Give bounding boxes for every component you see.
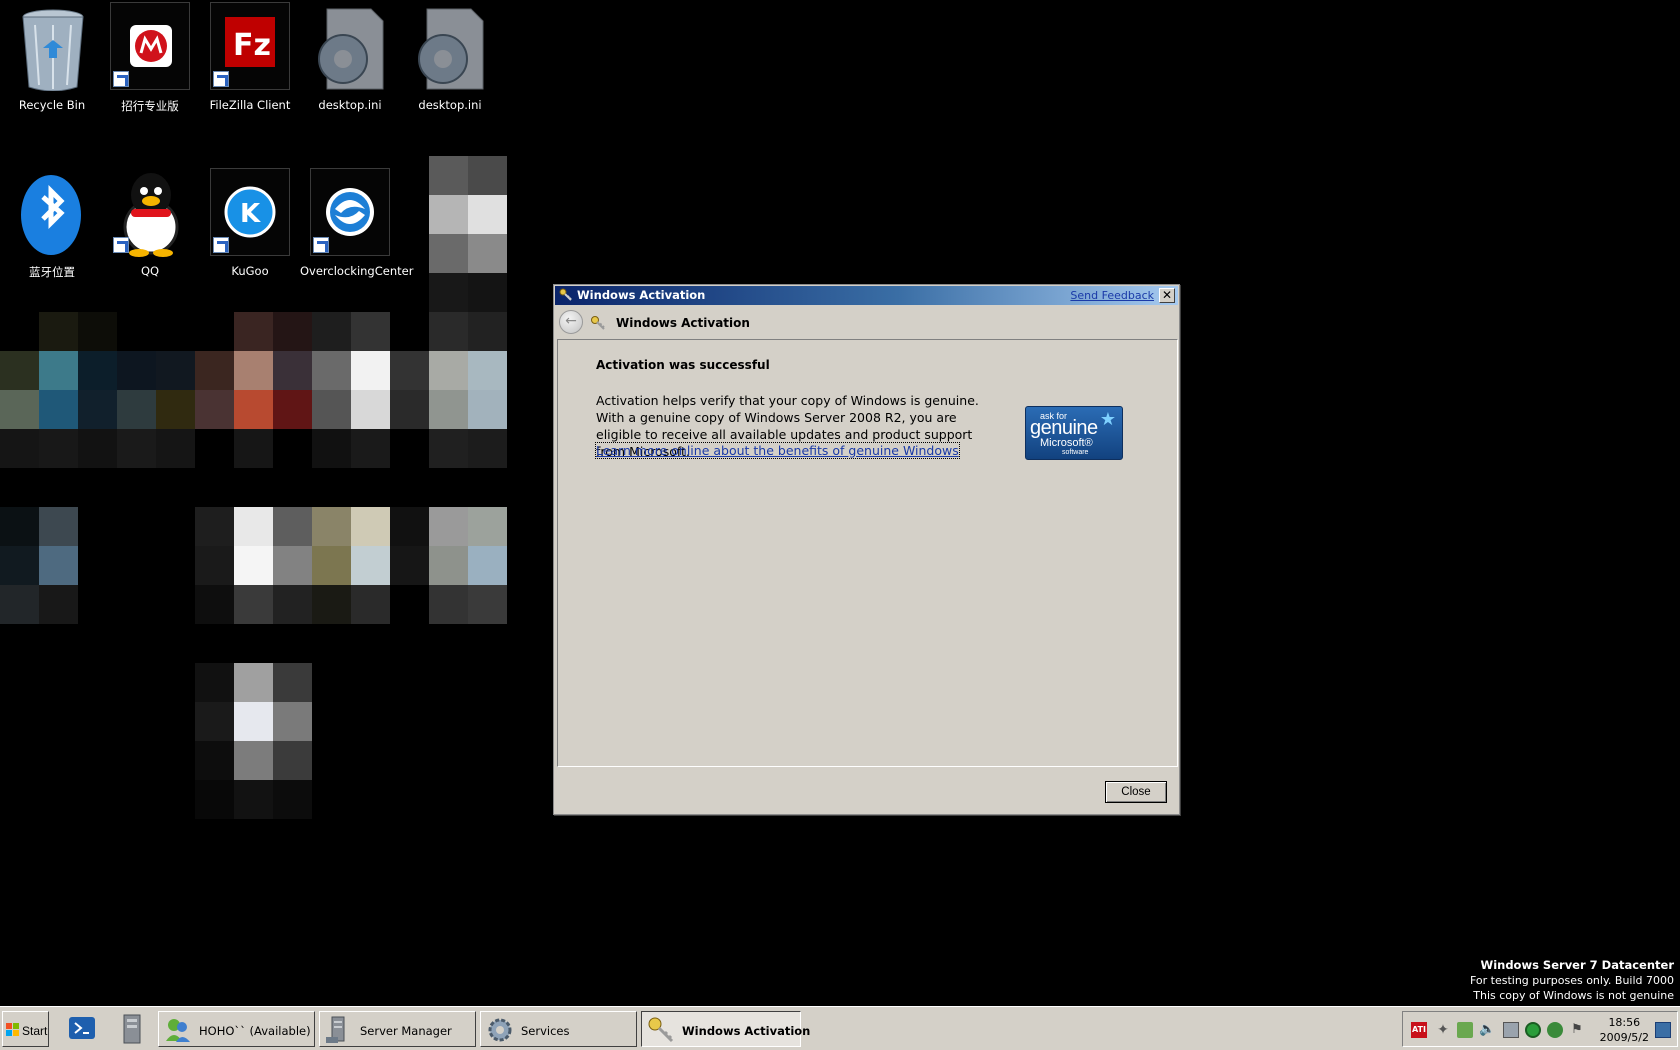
shortcut-arrow-icon — [113, 237, 129, 253]
taskbar-button-services[interactable]: Services — [480, 1011, 637, 1047]
close-button[interactable]: Close — [1105, 781, 1167, 803]
desktop-icon-overclocking[interactable]: OverclockingCenter — [300, 166, 414, 278]
svg-text:Fz: Fz — [233, 28, 271, 63]
settings-file-icon — [310, 2, 390, 90]
taskbar-button-messenger[interactable]: HOHO`` (Available) — [158, 1011, 315, 1047]
messenger-icon — [166, 1019, 190, 1042]
services-gear-icon — [488, 1018, 512, 1042]
qq-penguin-icon — [110, 168, 190, 257]
back-button[interactable]: ← — [559, 310, 583, 334]
watermark-build: For testing purposes only. Build 7000 — [1469, 974, 1674, 987]
device-icon[interactable] — [1503, 1022, 1519, 1038]
keys-icon — [559, 288, 572, 301]
title-bar[interactable]: Windows Activation Send Feedback ✕ — [555, 286, 1178, 305]
desktop-icon-filezilla[interactable]: Fz FileZilla Client — [200, 0, 300, 112]
desktop-icon-label: OverclockingCenter — [300, 264, 414, 278]
desktop-icon-label: desktop.ini — [318, 98, 382, 112]
desktop-icon-qq[interactable]: QQ — [100, 166, 200, 278]
os-watermark: Windows Server 7 Datacenter For testing … — [1470, 958, 1674, 1003]
start-button[interactable]: Start — [2, 1011, 49, 1047]
overclocking-icon — [310, 168, 390, 256]
taskbar: Start HOHO`` (Available) Server Manager — [0, 1006, 1680, 1050]
server-icon — [123, 1014, 141, 1044]
watermark-title: Windows Server 7 Datacenter — [1480, 958, 1674, 972]
desktop-icon-label: 蓝牙位置 — [29, 265, 75, 279]
clock-date: 2009/5/2 — [1599, 1031, 1649, 1044]
taskbar-button-windows-activation[interactable]: Windows Activation — [641, 1011, 810, 1047]
ati-icon[interactable]: ATI — [1411, 1022, 1427, 1038]
star-icon: ★ — [1099, 409, 1116, 430]
filezilla-icon: Fz — [210, 2, 290, 90]
shortcut-arrow-icon — [213, 71, 229, 87]
action-center-flag-icon[interactable]: ⚑ — [1569, 1022, 1585, 1038]
status-heading: Activation was successful — [596, 358, 770, 372]
desktop-icon-recycle-bin[interactable]: Recycle Bin — [2, 0, 102, 112]
clock-time: 18:56 — [1608, 1016, 1641, 1029]
desktop-icon-desktop-ini-1[interactable]: desktop.ini — [300, 0, 400, 112]
learn-more-link[interactable]: Learn more online about the benefits of … — [595, 442, 960, 459]
badge-text: Microsoft® — [1040, 437, 1093, 449]
desktop-icon-label: 招行专业版 — [121, 99, 179, 113]
desktop-icon-cmb[interactable]: 招行专业版 — [100, 0, 200, 113]
bluetooth-tray-icon[interactable]: ✦ — [1435, 1022, 1451, 1038]
desktop-icon-kugoo[interactable]: K KuGoo — [200, 166, 300, 278]
server-manager-icon — [326, 1016, 345, 1043]
network-icon[interactable] — [1457, 1022, 1473, 1038]
system-tray: ATI ✦ 🔈 ⚑ 18:56 2009/5/2 — [1402, 1011, 1678, 1047]
taskbar-button-label: Windows Activation — [682, 1024, 811, 1038]
watermark-genuine-notice: This copy of Windows is not genuine — [1473, 989, 1674, 1002]
shortcut-arrow-icon — [313, 237, 329, 253]
settings-file-icon — [410, 2, 490, 90]
navigation-bar: ← Windows Activation — [555, 306, 1178, 338]
close-window-button[interactable]: ✕ — [1159, 288, 1175, 303]
security-icon[interactable] — [1547, 1022, 1563, 1038]
dialog-title: Windows Activation — [577, 288, 706, 302]
clock[interactable]: 18:56 2009/5/2 — [1600, 1015, 1649, 1045]
badge-text: software — [1062, 449, 1089, 456]
bluetooth-icon — [12, 168, 92, 256]
desktop-icon-bluetooth[interactable]: 蓝牙位置 — [2, 166, 102, 279]
recycle-bin-icon — [12, 2, 92, 92]
powershell-icon — [69, 1017, 95, 1039]
desktop-icon-label: Recycle Bin — [18, 98, 86, 112]
taskbar-button-label: Services — [521, 1024, 570, 1038]
app-tray-icon[interactable] — [1525, 1022, 1541, 1038]
desktop-icon-desktop-ini-2[interactable]: desktop.ini — [400, 0, 500, 112]
show-desktop-icon[interactable] — [1655, 1022, 1671, 1038]
desktop-icon-label: KuGoo — [231, 264, 269, 278]
kugoo-icon: K — [210, 168, 290, 256]
cmb-bank-icon — [110, 2, 190, 90]
taskbar-button-label: HOHO`` (Available) — [199, 1024, 311, 1038]
activation-keys-icon — [648, 1017, 674, 1043]
send-feedback-link[interactable]: Send Feedback — [1070, 289, 1154, 302]
page-title: Windows Activation — [616, 316, 750, 330]
server-quicklaunch[interactable] — [112, 1011, 152, 1047]
taskbar-button-label: Server Manager — [360, 1024, 452, 1038]
content-panel: Activation was successful Activation hel… — [557, 339, 1178, 767]
svg-text:K: K — [240, 199, 261, 229]
volume-icon[interactable]: 🔈 — [1479, 1022, 1495, 1038]
desktop-icon-label: desktop.ini — [418, 98, 482, 112]
activation-dialog: Windows Activation Send Feedback ✕ ← Win… — [553, 284, 1180, 815]
desktop-icon-label: QQ — [140, 264, 160, 278]
desktop-icon-label: FileZilla Client — [209, 98, 291, 112]
taskbar-button-server-manager[interactable]: Server Manager — [319, 1011, 476, 1047]
keys-icon — [591, 316, 605, 330]
windows-flag-icon — [6, 1023, 19, 1036]
shortcut-arrow-icon — [113, 71, 129, 87]
genuine-microsoft-badge[interactable]: ask for genuine Microsoft® software ★ — [1025, 406, 1123, 460]
powershell-quicklaunch[interactable] — [62, 1011, 102, 1047]
shortcut-arrow-icon — [213, 237, 229, 253]
start-label: Start — [22, 1024, 48, 1038]
